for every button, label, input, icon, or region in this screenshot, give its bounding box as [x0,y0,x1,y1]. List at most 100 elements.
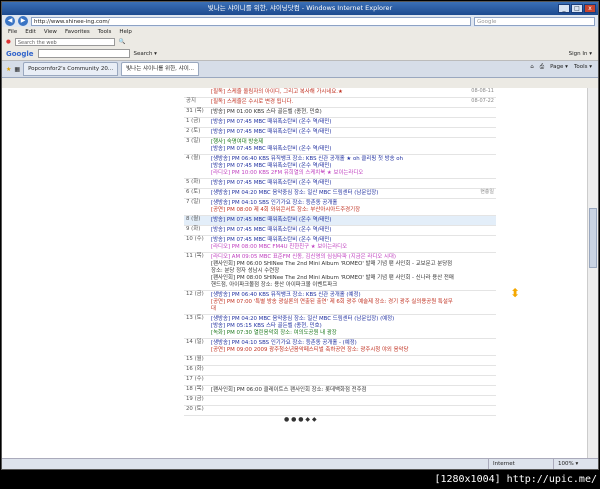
maximize-button[interactable]: □ [571,4,583,13]
toolbar-search-icon[interactable]: 🔍 [119,39,126,45]
calendar-event[interactable]: [팬사인회] PM 08:00 SHINee The 2nd Mini Albu… [211,275,456,282]
calendar-day: 11 (목) [186,253,204,259]
home-icon[interactable]: ⌂ [530,64,534,71]
calendar-event[interactable]: [행사] 숙명여대 방송제 [211,139,456,146]
calendar-events: [방송] PM 07:45 MBC 때워폭소탄비 (온수 역/태민) [라디오] … [209,236,458,252]
calendar-row: 6 (토) [생방송] PM 04:20 MBC 음악중심 장소: 일산 MBC … [184,189,496,199]
calendar-events: [필독] 스케줄은 수시로 변경 됩니다. [209,98,458,107]
calendar-event[interactable]: [필독] 스케줄 올림자의 아이디, 그리고 복사해 가시네요.★ [211,89,456,96]
window-title: 빛나는 샤이니를 위한, 샤이닝닷컴 - Windows Internet Ex… [207,4,393,12]
sign-in-button[interactable]: Sign In ▾ [569,51,592,57]
title-bar: 빛나는 샤이니를 위한, 샤이닝닷컴 - Windows Internet Ex… [2,2,598,15]
page-content: [필독] 스케줄 올림자의 아이디, 그리고 복사해 가시네요.★ 08-08-1… [2,88,598,459]
minimize-button[interactable]: _ [558,4,570,13]
calendar-events: [방송] PM 07:45 MBC 때워폭소탄비 (온수 역/태민) [209,128,458,137]
close-button[interactable]: x [584,4,596,13]
calendar-event[interactable]: [라디오] AM 09:05 MBC 표준FM 신동, 김신영의 심심타파 (지… [211,254,456,261]
calendar-row: [필독] 스케줄 올림자의 아이디, 그리고 복사해 가시네요.★ 08-08-1… [184,88,496,98]
forward-icon[interactable]: ▶ [18,16,28,26]
calendar-event[interactable]: [방송] PM 01:00 KBS 스타 골든벨 (종현, 민호) [211,109,456,116]
menu-help[interactable]: Help [119,27,132,37]
menu-favorites[interactable]: Favorites [65,27,90,37]
calendar-day: 7 (일) [186,199,201,205]
calendar-events [209,406,458,415]
calendar-row: 10 (수) [방송] PM 07:45 MBC 때워폭소탄비 (온수 역/태민)… [184,236,496,253]
calendar-day: 10 (수) [186,236,204,242]
calendar-day: 31 (목) [186,108,204,114]
calendar-day: 공지 [186,98,196,104]
tab-shinee[interactable]: 빛나는 샤이니를 위한, 샤이... [121,62,199,76]
calendar-row: 12 (금) [생방송] PM 06:40 KBS 뮤직뱅크 장소: KBS 신관… [184,291,496,315]
zoom-level[interactable]: 100% ▾ [553,459,598,469]
calendar-event[interactable]: 장소: 분당 정자 성남시 수련장 [211,268,456,275]
toolbar-search-input[interactable]: Search the web [14,38,115,46]
scroll-up-down-icon[interactable]: ⬍ [510,286,520,300]
calendar-events: [방송] PM 07:45 MBC 때워폭소탄비 (온수 역/태민) [209,179,458,188]
toolbar-logo-icon[interactable]: ● [6,39,11,45]
window-controls: _ □ x [558,4,596,13]
calendar-event[interactable]: [필독] 스케줄은 수시로 변경 됩니다. [211,99,456,106]
calendar-row: 3 (일) [행사] 숙명여대 방송제 [방송] PM 07:45 MBC 때워폭소… [184,138,496,155]
calendar-event[interactable]: 핸드점, 아이파크몰점 장소: 용산 아이파크몰 이벤트파크 [211,282,456,289]
calendar-row: 13 (토) [생방송] PM 04:20 MBC 음악중심 장소: 일산 MBC… [184,315,496,339]
calendar-event[interactable]: [방송] PM 07:45 MBC 때워폭소탄비 (온수 역/태민) [211,217,456,224]
calendar-note [458,226,496,235]
calendar-note [458,199,496,215]
url-input[interactable]: http://www.shinee-ing.com/ [31,16,471,26]
menu-tools[interactable]: Tools [98,27,112,37]
calendar-event[interactable]: [공연] PM 08:00 제 4회 와워콘서트 장소: 부산아시아드주경기장 [211,207,456,214]
web-search-input[interactable]: Google [474,16,595,26]
calendar-event[interactable]: [방송] PM 07:45 MBC 때워폭소탄비 (온수 역/태민) [211,119,456,126]
calendar-event[interactable]: [생방송] PM 04:10 SBS 인기가요 장소: 등촌동 공개홀 - (예… [211,340,456,347]
calendar-events: [생방송] PM 04:20 MBC 음악중심 장소: 일산 MBC 드림센터 … [209,189,458,198]
calendar-event[interactable]: [방송] PM 07:45 MBC 때워폭소탄비 (온수 역/태민) [211,129,456,136]
google-search-button[interactable]: Search ▾ [134,51,157,57]
calendar-event[interactable]: [공연] PM 09:00 2009 광주청소년음악페스티벌 축하공연 장소: … [211,347,456,354]
calendar-day: 9 (화) [186,226,201,232]
menu-file[interactable]: File [8,27,17,37]
calendar-day: 15 (월) [186,356,204,362]
calendar-note [458,118,496,127]
google-logo: Google [6,49,34,58]
calendar-event[interactable]: [생방송] PM 04:20 MBC 음악중심 장소: 일산 MBC 드림센터 … [211,316,456,323]
menu-edit[interactable]: Edit [25,27,36,37]
calendar-event[interactable]: [팬사인회] PM 06:00 SHINee The 2nd Mini Albu… [211,261,456,268]
calendar-event[interactable]: [생방송] PM 04:20 MBC 음악중심 장소: 일산 MBC 드림센터 … [211,190,456,197]
calendar-event[interactable]: [생방송] PM 06:40 KBS 뮤직뱅크 장소: KBS 신관 공개홀 ★… [211,156,456,163]
calendar-note [458,386,496,395]
calendar-event[interactable]: [방송] PM 07:45 MBC 때워폭소탄비 (온수 역/태민) [211,163,456,170]
calendar-event[interactable]: [녹화] PM 07:30 열린음악회 장소: 여의도공원 내 광장 [211,330,456,337]
calendar-event[interactable]: [방송] PM 07:45 MBC 때워폭소탄비 (온수 역/태민) [211,146,456,153]
calendar-day: 16 (화) [186,366,204,372]
calendar-event[interactable]: [방송] PM 07:45 MBC 때워폭소탄비 (온수 역/태민) [211,180,456,187]
calendar-note [458,315,496,338]
print-icon[interactable]: ⎙ [540,64,544,71]
page-menu[interactable]: Page ▾ [550,64,568,71]
tools-menu[interactable]: Tools ▾ [574,64,592,71]
calendar-event[interactable]: [생방송] PM 04:10 SBS 인기가요 장소: 등촌동 공개홀 [211,200,456,207]
calendar-events: [생방송] PM 04:20 MBC 음악중심 장소: 일산 MBC 드림센터 … [209,315,458,338]
calendar-event[interactable]: [생방송] PM 06:40 KBS 뮤직뱅크 장소: KBS 신관 공개홀 (… [211,292,456,299]
tab-popcorn[interactable]: Popcornfor2's Community 20... [23,62,119,76]
calendar-event[interactable]: [방송] PM 07:45 MBC 때워폭소탄비 (온수 역/태민) [211,227,456,234]
scrollbar-thumb[interactable] [589,208,597,268]
calendar-event[interactable]: [팬사인회] PM 06:00 클레이트스 팬사인회 장소: 롯데백화점 전주점 [211,387,456,394]
google-search-input[interactable] [37,49,130,58]
pagination[interactable]: ● ● ● ◆ ◆ [284,416,596,423]
calendar-day: 6 (토) [186,189,201,195]
back-icon[interactable]: ◀ [5,16,15,26]
menu-view[interactable]: View [44,27,57,37]
calendar-note [458,128,496,137]
calendar-event[interactable]: [라디오] PM 10:00 KBS 2FM 유희열의 스케치북 ★ 보이는라디… [211,170,456,177]
calendar-event[interactable]: [공연] PM 07:00 '특별 방송 광실론의 연출된 출연' 제 6회 광… [211,299,456,313]
calendar-note: 08-08-11 [471,88,494,94]
calendar-event[interactable]: [라디오] PM 08:00 MBC FM4U 친한친구 ★ 보이는라디오 [211,244,456,251]
calendar-day: 2 (토) [186,128,201,134]
scrollbar[interactable] [587,88,598,459]
tab-list-icon[interactable]: ▦ [14,66,20,73]
favorites-star-icon[interactable]: ★ [6,66,11,73]
calendar-note [458,253,496,290]
calendar-event[interactable]: [방송] PM 07:45 MBC 때워폭소탄비 (온수 역/태민) [211,237,456,244]
calendar-day: 14 (일) [186,339,204,345]
calendar-event[interactable]: [방송] PM 05:15 KBS 스타 골든벨 (종현, 민호) [211,323,456,330]
